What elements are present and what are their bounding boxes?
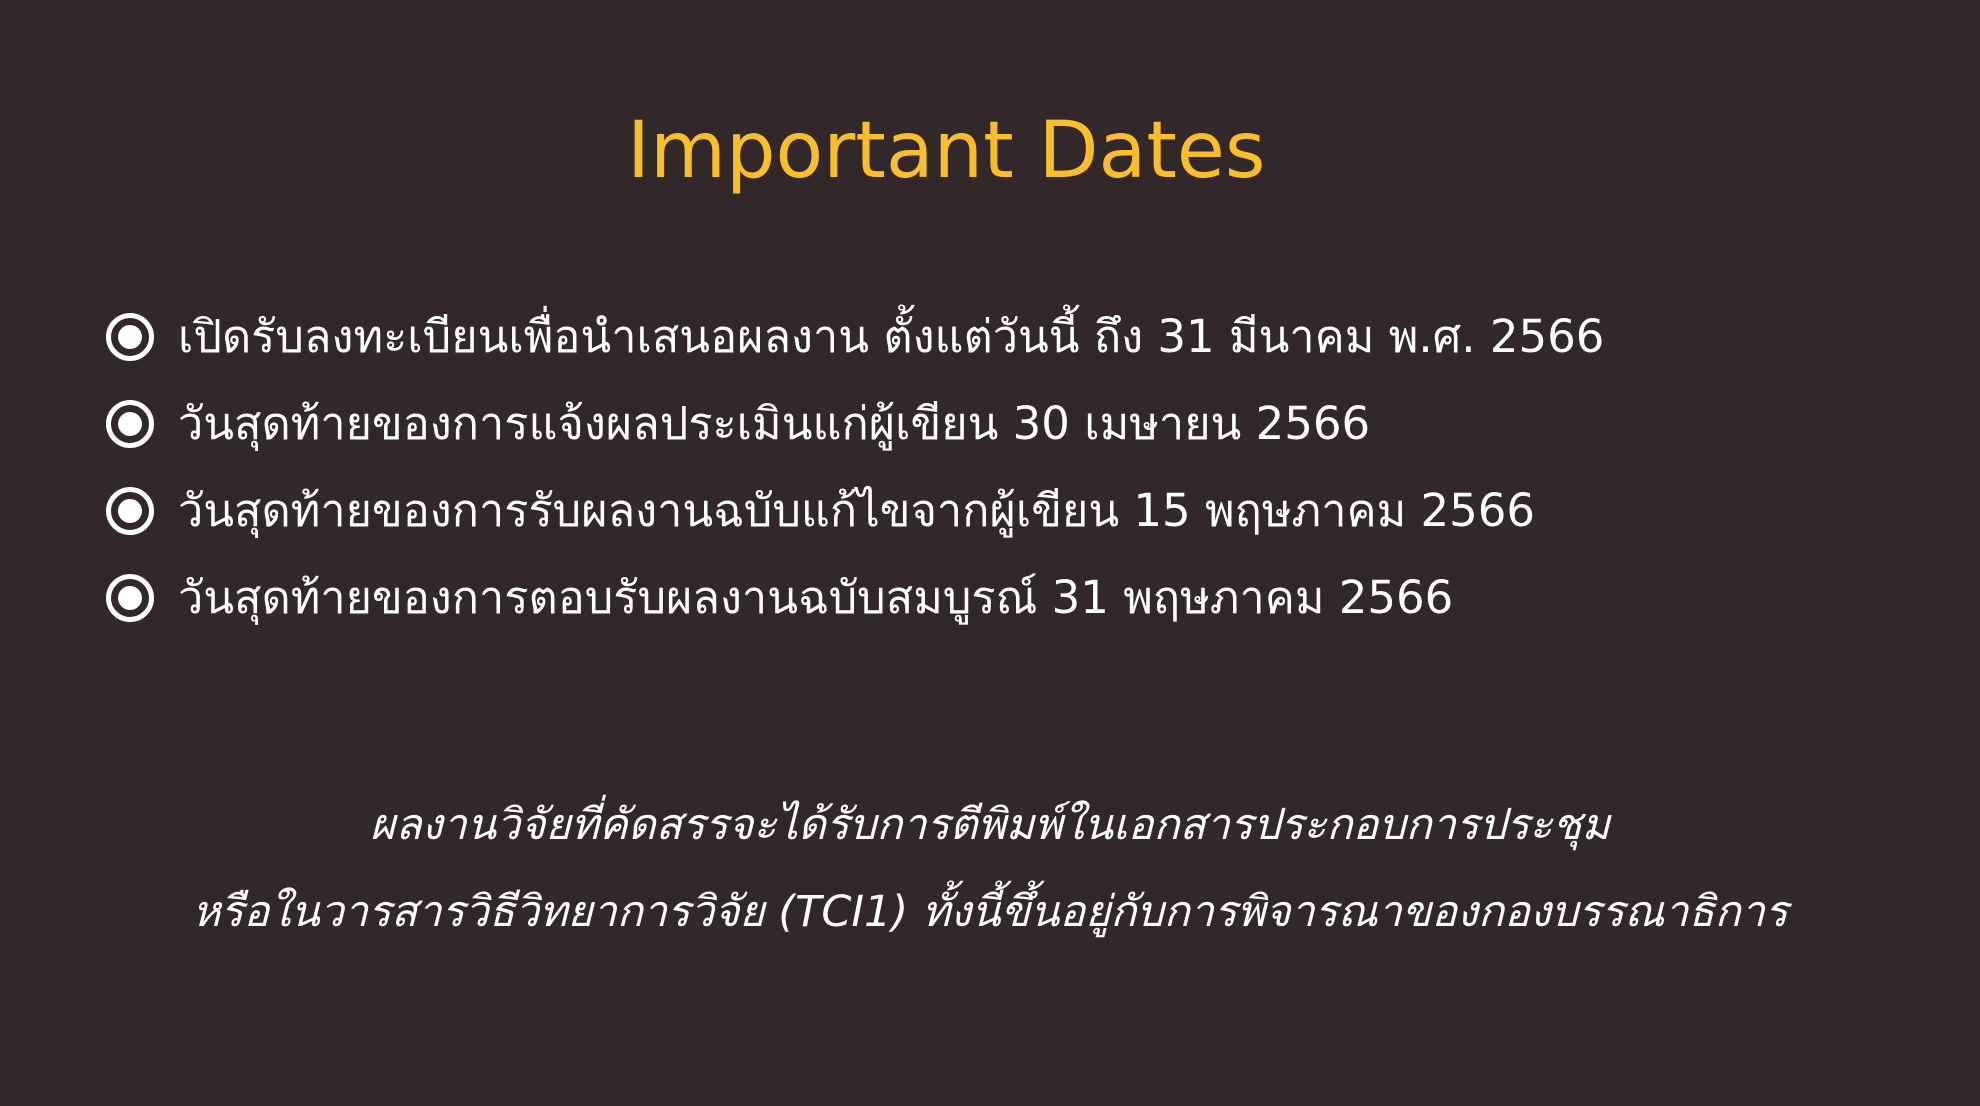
- page-title: Important Dates: [627, 106, 1266, 196]
- date-item-registration: เปิดรับลงทะเบียนเพื่อนำเสนอผลงาน ตั้งแต่…: [106, 293, 1906, 380]
- date-item-text: วันสุดท้ายของการรับผลงานฉบับแก้ไขจากผู้เ…: [178, 484, 1536, 537]
- date-item-text: วันสุดท้ายของการแจ้งผลประเมินแก่ผู้เขียน…: [178, 397, 1371, 450]
- publication-note-line: ผลงานวิจัยที่คัดสรรจะได้รับการตีพิมพ์ในเ…: [370, 800, 1610, 850]
- important-dates-slide: Important Dates เปิดรับลงทะเบียนเพื่อนำเ…: [0, 0, 1980, 1106]
- radio-bullet-icon: [106, 486, 154, 535]
- date-item-text: เปิดรับลงทะเบียนเพื่อนำเสนอผลงาน ตั้งแต่…: [178, 310, 1605, 363]
- date-item-text: วันสุดท้ายของการตอบรับผลงานฉบับสมบูรณ์ 3…: [178, 571, 1454, 624]
- radio-bullet-icon: [106, 573, 154, 622]
- date-item-revised-submission: วันสุดท้ายของการรับผลงานฉบับแก้ไขจากผู้เ…: [106, 467, 1906, 554]
- radio-bullet-icon: [106, 312, 154, 361]
- date-item-review-notification: วันสุดท้ายของการแจ้งผลประเมินแก่ผู้เขียน…: [106, 380, 1906, 467]
- publication-note-line: หรือในวารสารวิธีวิทยาการวิจัย (TCI1) ทั้…: [192, 887, 1788, 937]
- publication-note: ผลงานวิจัยที่คัดสรรจะได้รับการตีพิมพ์ในเ…: [40, 782, 1940, 956]
- radio-bullet-icon: [106, 399, 154, 448]
- important-dates-list: เปิดรับลงทะเบียนเพื่อนำเสนอผลงาน ตั้งแต่…: [106, 293, 1906, 641]
- date-item-final-acceptance: วันสุดท้ายของการตอบรับผลงานฉบับสมบูรณ์ 3…: [106, 554, 1906, 641]
